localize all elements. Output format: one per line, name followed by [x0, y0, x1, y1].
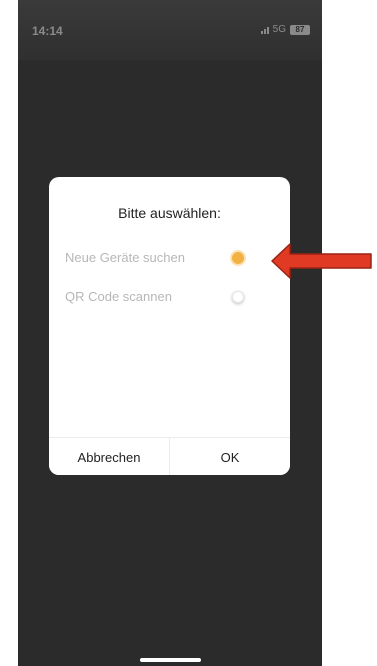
ok-button[interactable]: OK [169, 438, 290, 475]
option-scan-qr-code[interactable]: QR Code scannen [49, 284, 290, 310]
option-label: QR Code scannen [65, 289, 172, 304]
radio-selected-icon[interactable] [232, 252, 244, 264]
battery-icon: 87 [290, 24, 310, 35]
network-label: 5G [272, 24, 286, 35]
cancel-button[interactable]: Abbrechen [49, 438, 169, 475]
status-bar: 14:14 5G 87 [18, 0, 322, 60]
option-label: Neue Geräte suchen [65, 250, 185, 265]
arrow-shape [271, 243, 372, 279]
home-indicator[interactable] [140, 658, 201, 662]
status-indicators: 5G 87 [260, 24, 310, 35]
signal-icon [260, 26, 269, 34]
radio-unselected-icon[interactable] [232, 291, 244, 303]
status-time: 14:14 [32, 24, 63, 38]
dialog-footer: Abbrechen OK [49, 437, 290, 475]
red-arrow-icon [271, 243, 372, 279]
dialog-title: Bitte auswählen: [118, 205, 221, 221]
option-search-devices[interactable]: Neue Geräte suchen [49, 245, 290, 271]
selection-dialog: Bitte auswählen: Neue Geräte suchen QR C… [49, 177, 290, 475]
